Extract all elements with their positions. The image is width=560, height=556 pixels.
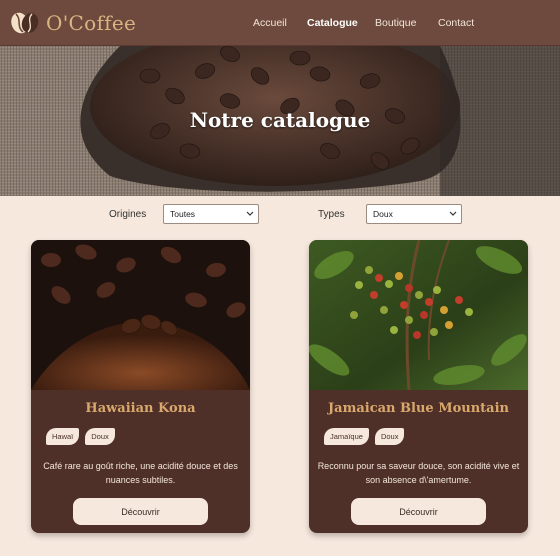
roasted-beans-image xyxy=(31,240,250,390)
origins-select[interactable]: Toutes xyxy=(163,204,259,224)
product-card: Jamaican Blue Mountain Jamaïque Doux Rec… xyxy=(309,240,528,533)
coffee-cherries-image xyxy=(309,240,528,390)
product-card: Hawaiian Kona Hawaï Doux Café rare au go… xyxy=(31,240,250,533)
product-name: Jamaican Blue Mountain xyxy=(328,401,509,416)
hero-banner: Notre catalogue xyxy=(0,46,560,196)
chevron-down-icon xyxy=(246,211,254,216)
nav-catalogue[interactable]: Catalogue xyxy=(307,17,358,29)
types-select-value: Doux xyxy=(373,209,393,219)
tag-origin[interactable]: Jamaïque xyxy=(324,428,369,445)
discover-button[interactable]: Découvrir xyxy=(73,498,208,525)
nav-contact[interactable]: Contact xyxy=(438,17,474,29)
chevron-down-icon xyxy=(449,211,457,216)
site-header: O'Coffee Accueil Catalogue Boutique Cont… xyxy=(0,0,560,46)
types-label: Types xyxy=(318,209,345,220)
filters-bar: Origines Toutes Types Doux xyxy=(0,196,560,234)
nav-boutique[interactable]: Boutique xyxy=(375,17,416,29)
types-select[interactable]: Doux xyxy=(366,204,462,224)
origins-select-value: Toutes xyxy=(170,209,196,219)
logo[interactable]: O'Coffee xyxy=(10,11,136,35)
product-name: Hawaiian Kona xyxy=(85,401,196,416)
product-description: Café rare au goût riche, une acidité dou… xyxy=(43,461,238,485)
product-tags: Jamaïque Doux xyxy=(324,428,405,445)
tag-origin[interactable]: Hawaï xyxy=(46,428,80,445)
origins-label: Origines xyxy=(109,209,147,220)
product-tags: Hawaï Doux xyxy=(46,428,115,445)
coffee-bean-logo-icon xyxy=(11,12,39,33)
product-description: Reconnu pour sa saveur douce, son acidit… xyxy=(317,461,520,485)
discover-button[interactable]: Découvrir xyxy=(351,498,486,525)
brand-name: O'Coffee xyxy=(46,10,137,35)
tag-type[interactable]: Doux xyxy=(85,428,115,445)
tag-type[interactable]: Doux xyxy=(374,428,405,445)
page-title: Notre catalogue xyxy=(189,108,371,132)
nav-accueil[interactable]: Accueil xyxy=(253,17,287,29)
